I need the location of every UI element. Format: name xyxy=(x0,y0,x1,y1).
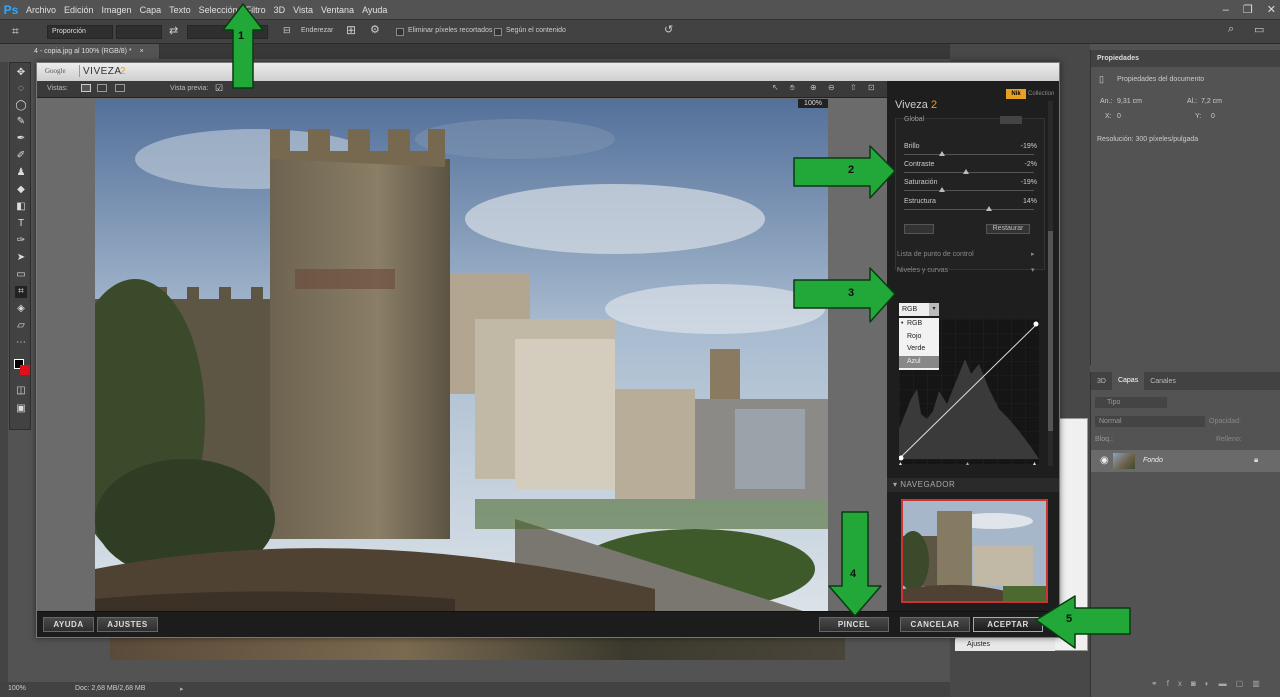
annotation-arrow-5 xyxy=(1035,595,1131,649)
annotation-label-3: 3 xyxy=(848,287,855,299)
annotation-arrow-2 xyxy=(793,145,896,199)
annotation-arrow-3 xyxy=(793,267,896,323)
annotation-arrow-4 xyxy=(828,511,882,617)
annotation-arrow-1 xyxy=(222,3,264,89)
annotation-label-2: 2 xyxy=(848,164,855,176)
annotation-overlay xyxy=(222,3,1131,649)
annotation-label-4: 4 xyxy=(850,568,857,580)
annotation-label-5: 5 xyxy=(1066,613,1073,625)
annotation-label-1: 1 xyxy=(238,30,245,42)
